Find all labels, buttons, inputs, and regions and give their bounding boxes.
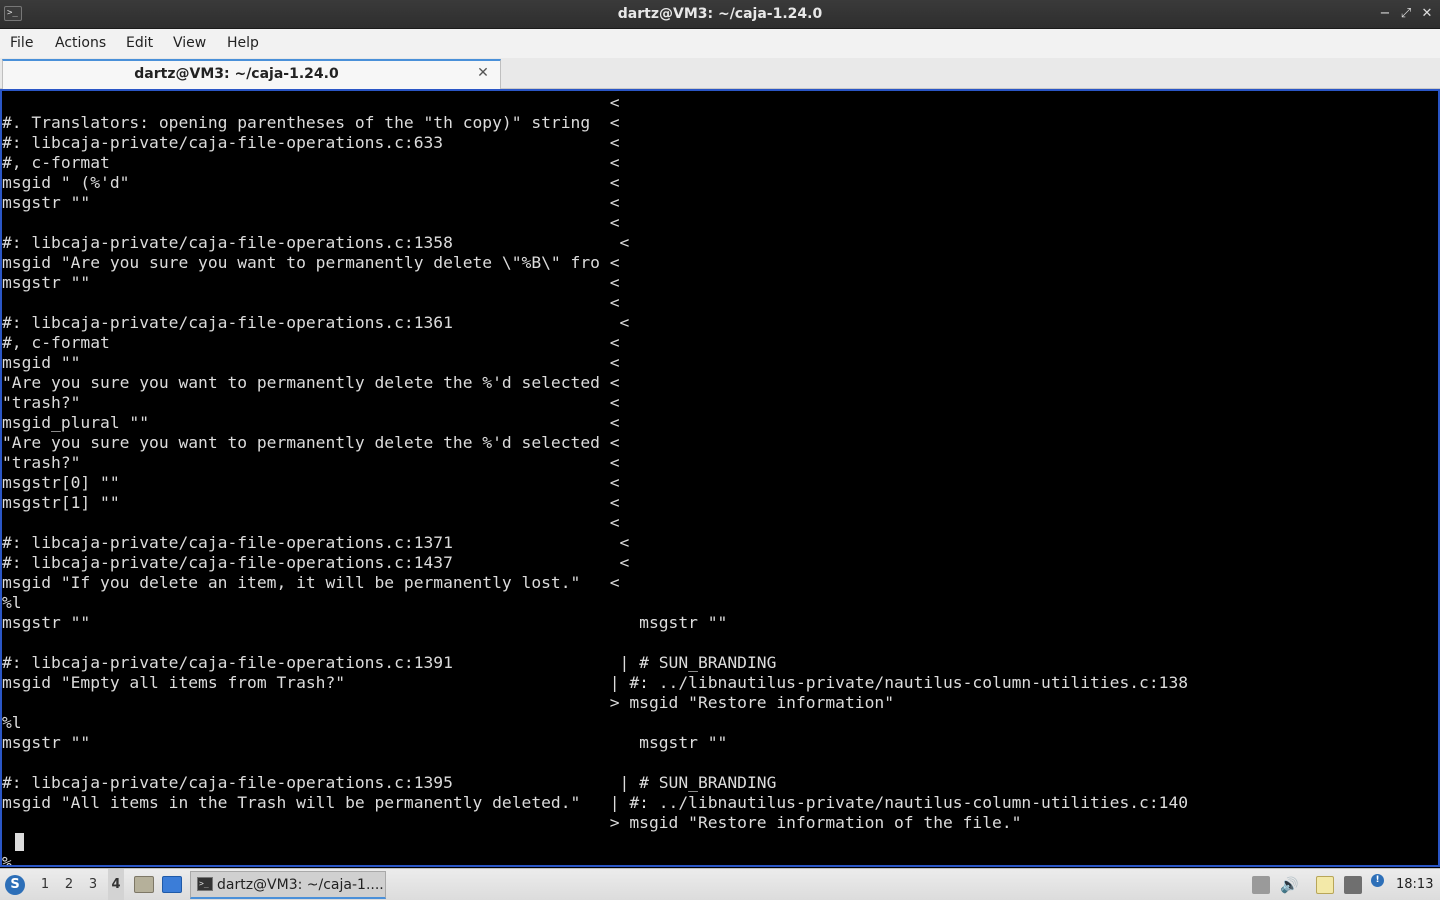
start-menu-icon[interactable]: S: [5, 875, 25, 895]
notification-icon[interactable]: !: [1371, 874, 1384, 887]
terminal-line: msgstr[0] "" <: [2, 473, 620, 492]
terminal-line: #: libcaja-private/caja-file-operations.…: [2, 313, 630, 332]
terminal-text: < #. Translators: opening parentheses of …: [2, 93, 1189, 867]
menu-file[interactable]: File: [10, 29, 33, 57]
minimize-icon[interactable]: −: [1375, 4, 1395, 24]
file-manager-icon[interactable]: [134, 876, 154, 893]
network-icon[interactable]: [1344, 876, 1362, 894]
terminal-icon: >_: [197, 877, 213, 891]
menu-edit[interactable]: Edit: [126, 29, 153, 57]
terminal-line: "trash?" <: [2, 393, 620, 412]
terminal-output[interactable]: < #. Translators: opening parentheses of …: [0, 89, 1440, 867]
maximize-icon[interactable]: ⤢: [1396, 4, 1416, 24]
desktop-3-button[interactable]: 3: [85, 869, 101, 900]
terminal-line: msgstr "" msgstr "": [2, 733, 728, 752]
terminal-line: #, c-format <: [2, 153, 620, 172]
terminal-line: <: [2, 93, 620, 112]
desktop-2-button[interactable]: 2: [61, 869, 77, 900]
terminal-line: <: [2, 293, 620, 312]
terminal-cursor: [15, 833, 24, 851]
desktop-4-button[interactable]: 4: [108, 869, 124, 900]
close-icon[interactable]: ✕: [1417, 4, 1437, 24]
taskbar-window-label: dartz@VM3: ~/caja-1....: [217, 877, 384, 893]
terminal-line: msgstr "" msgstr "": [2, 613, 728, 632]
terminal-line: "Are you sure you want to permanently de…: [2, 373, 620, 392]
taskbar-window-button[interactable]: >_ dartz@VM3: ~/caja-1....: [190, 871, 386, 899]
terminal-line: #, c-format <: [2, 333, 620, 352]
terminal-line: msgid "If you delete an item, it will be…: [2, 573, 620, 592]
terminal-line: #: libcaja-private/caja-file-operations.…: [2, 133, 620, 152]
terminal-line: %l: [2, 713, 22, 732]
terminal-line: msgid "All items in the Trash will be pe…: [2, 793, 1189, 812]
terminal-line: msgid " (%'d" <: [2, 173, 620, 192]
desktop-1-button[interactable]: 1: [37, 869, 53, 900]
terminal-line: #: libcaja-private/caja-file-operations.…: [2, 533, 630, 552]
terminal-line: #. Translators: opening parentheses of t…: [2, 113, 620, 132]
terminal-line: #: libcaja-private/caja-file-operations.…: [2, 233, 630, 252]
tab-bar: dartz@VM3: ~/caja-1.24.0 ✕: [0, 58, 1440, 89]
menu-view[interactable]: View: [173, 29, 206, 57]
tab-label: dartz@VM3: ~/caja-1.24.0: [134, 66, 339, 82]
clock[interactable]: 18:13: [1396, 869, 1433, 900]
window-titlebar[interactable]: >_ dartz@VM3: ~/caja-1.24.0 − ⤢ ✕: [0, 0, 1440, 29]
menu-help[interactable]: Help: [227, 29, 259, 57]
window-title: dartz@VM3: ~/caja-1.24.0: [617, 6, 823, 22]
terminal-line: msgid_plural "" <: [2, 413, 620, 432]
terminal-line: msgstr[1] "" <: [2, 493, 620, 512]
terminal-line: msgstr "" <: [2, 193, 620, 212]
clipboard-icon[interactable]: [1316, 876, 1334, 894]
volume-icon[interactable]: 🔊: [1280, 876, 1299, 894]
terminal-line: msgid "" <: [2, 353, 620, 372]
menu-bar: File Actions Edit View Help: [0, 29, 1440, 58]
menu-actions[interactable]: Actions: [55, 29, 106, 57]
terminal-line: "trash?" <: [2, 453, 620, 472]
terminal-line: #: libcaja-private/caja-file-operations.…: [2, 553, 630, 572]
terminal-line: %l: [2, 593, 22, 612]
terminal-line: #: libcaja-private/caja-file-operations.…: [2, 773, 777, 792]
tab-close-icon[interactable]: ✕: [474, 64, 492, 82]
show-desktop-icon[interactable]: [162, 876, 182, 893]
terminal-line: <: [2, 213, 620, 232]
terminal-line: msgstr "" <: [2, 273, 620, 292]
terminal-line: msgid "Are you sure you want to permanen…: [2, 253, 620, 272]
terminal-line: #: libcaja-private/caja-file-operations.…: [2, 653, 777, 672]
updates-icon[interactable]: [1252, 876, 1270, 894]
terminal-line: > msgid "Restore information": [2, 693, 894, 712]
terminal-line: msgid "Empty all items from Trash?" | #:…: [2, 673, 1189, 692]
terminal-line: %: [2, 853, 12, 867]
terminal-line: <: [2, 513, 620, 532]
terminal-line: "Are you sure you want to permanently de…: [2, 433, 620, 452]
terminal-line: > msgid "Restore information of the file…: [2, 813, 1022, 832]
taskbar: S 1 2 3 4 >_ dartz@VM3: ~/caja-1.... 🔊 !…: [0, 868, 1440, 900]
tab-terminal[interactable]: dartz@VM3: ~/caja-1.24.0 ✕: [2, 59, 501, 89]
